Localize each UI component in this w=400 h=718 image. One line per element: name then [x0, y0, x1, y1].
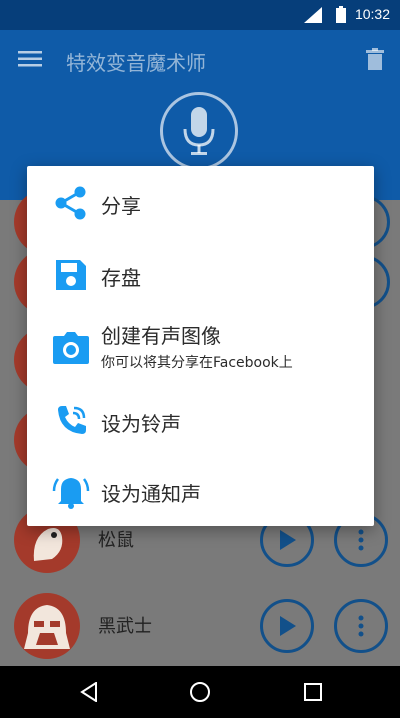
battery-icon	[336, 6, 346, 23]
camera-icon	[51, 328, 91, 368]
darth-vader-icon	[24, 605, 70, 649]
play-icon	[280, 530, 296, 550]
app-toolbar: 特效变音魔术师	[0, 30, 400, 90]
system-navigation-bar	[0, 666, 400, 718]
menu-item-set-notification[interactable]: 设为通知声	[27, 456, 374, 526]
record-button[interactable]	[160, 92, 238, 170]
list-item[interactable]: 黑武士	[0, 586, 400, 666]
recent-apps-icon[interactable]	[304, 683, 322, 701]
menu-item-label: 分享	[101, 194, 141, 218]
delete-icon[interactable]	[366, 48, 384, 70]
ringtone-icon	[51, 401, 91, 441]
save-icon	[51, 255, 91, 295]
menu-item-label: 设为通知声	[101, 482, 201, 506]
menu-item-label: 创建有声图像	[101, 324, 221, 348]
more-vertical-icon	[358, 529, 364, 551]
menu-icon[interactable]	[18, 50, 42, 68]
app-title: 特效变音魔术师	[66, 51, 206, 75]
share-options-dialog: 分享 存盘 创建有声图像 你可以将其分享在Facebook上 设为铃声 设为通知…	[27, 166, 374, 526]
list-item-title: 黑武士	[98, 616, 152, 637]
more-button[interactable]	[334, 599, 388, 653]
more-vertical-icon	[358, 615, 364, 637]
menu-item-label: 存盘	[101, 266, 141, 290]
avatar	[14, 593, 80, 659]
home-icon[interactable]	[189, 681, 211, 703]
share-icon	[51, 183, 91, 223]
menu-item-label: 设为铃声	[101, 412, 181, 436]
microphone-icon	[183, 107, 215, 155]
status-bar: 10:32	[0, 0, 400, 30]
status-time: 10:32	[354, 6, 390, 22]
menu-item-set-ringtone[interactable]: 设为铃声	[27, 386, 374, 456]
back-icon[interactable]	[80, 682, 98, 702]
play-icon	[280, 616, 296, 636]
signal-icon	[304, 7, 322, 23]
list-item-title: 松鼠	[98, 530, 134, 551]
menu-item-save[interactable]: 存盘	[27, 240, 374, 310]
menu-item-share[interactable]: 分享	[27, 168, 374, 238]
menu-item-create-sound-image[interactable]: 创建有声图像 你可以将其分享在Facebook上	[27, 312, 374, 386]
menu-item-subtitle: 你可以将其分享在Facebook上	[101, 355, 293, 371]
notification-bell-icon	[51, 471, 91, 511]
play-button[interactable]	[260, 599, 314, 653]
